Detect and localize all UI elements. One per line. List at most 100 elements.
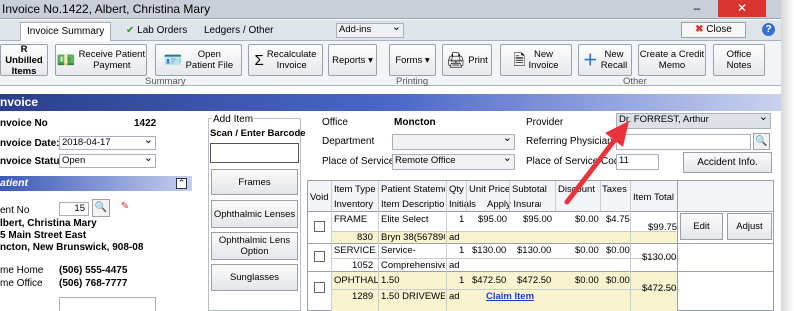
receive-payment-button[interactable]: 💵 Receive Patient Payment [55, 44, 147, 76]
money-icon: 💵 [56, 51, 76, 69]
scan-barcode-label: Scan / Enter Barcode [210, 128, 306, 139]
void-checkbox[interactable] [314, 221, 325, 232]
row-unit-price: $130.00 [472, 245, 507, 256]
row-total: $99.75 [648, 222, 678, 233]
minimize-button[interactable]: – [677, 0, 717, 17]
reports-label: Reports [332, 54, 366, 66]
open-patient-file-button[interactable]: 🪪 Open Patient File [155, 44, 242, 76]
forms-label: Forms [395, 54, 423, 66]
void-checkbox[interactable] [314, 251, 325, 262]
row-description: Comprehensive E [381, 260, 445, 271]
invoice-no-label: nvoice No [0, 118, 48, 129]
unbilled-items-button[interactable]: R Unbilled Items [0, 44, 48, 77]
sunglasses-button[interactable]: Sunglasses [211, 264, 298, 291]
row-initials: ad [449, 260, 460, 271]
invoice-icon: 🗎 [513, 51, 526, 69]
department-dropdown[interactable] [392, 132, 515, 150]
print-label: Print [468, 54, 488, 66]
add-item-legend: Add Item [212, 114, 255, 125]
ophthalmic-lenses-button[interactable]: Ophthalmic Lenses [211, 200, 298, 228]
patient-extra-field[interactable] [59, 297, 156, 311]
row-inventory: 830 [357, 232, 373, 243]
edit-button[interactable]: Edit [680, 213, 723, 240]
office-value: Moncton [394, 117, 436, 128]
collapse-icon[interactable]: ⌃ [176, 178, 187, 189]
tab-lab-orders-label: Lab Orders [137, 25, 188, 36]
grid-line [331, 181, 332, 311]
frames-button[interactable]: Frames [211, 169, 298, 195]
row-subtotal: $472.50 [517, 275, 552, 286]
row-total: $130.00 [642, 252, 677, 263]
place-of-service-dropdown[interactable]: Remote Office [392, 152, 515, 170]
forms-button[interactable]: Forms ▾ [389, 44, 436, 76]
patient-no-field[interactable]: 15 [59, 202, 89, 216]
dropdown-icon: ▾ [368, 54, 373, 66]
row-inventory: 1052 [352, 260, 374, 271]
patient-no-label: ent No [0, 205, 30, 216]
col-subtotal: Subtotal [512, 184, 547, 195]
new-recall-button[interactable]: ＋ New Recall [578, 44, 632, 76]
referring-physician-field[interactable] [616, 134, 751, 150]
row-taxes: $0.00 [606, 245, 630, 256]
row-inventory: 1289 [352, 291, 374, 302]
claim-item-link[interactable]: Claim Item [486, 291, 534, 302]
col-inventory: Inventory N [334, 199, 376, 210]
close-button-label: Close [706, 24, 732, 35]
row-initials: ad [449, 291, 460, 302]
provider-dropdown[interactable]: Dr. FORREST, Arthur [616, 111, 771, 129]
home-phone: (506) 555-4475 [59, 265, 128, 276]
invoice-status-dropdown[interactable]: Open [59, 152, 156, 168]
search-icon[interactable]: 🔍 [753, 133, 770, 150]
col-unit-price: Unit Price [469, 184, 511, 195]
window-shadow [781, 0, 794, 311]
dropdown-icon: ▾ [424, 54, 430, 66]
invoice-no: 1422 [134, 118, 157, 129]
col-apply-insurance: Apply Insurar [487, 199, 541, 210]
barcode-input[interactable] [210, 143, 299, 163]
grid-line [446, 181, 447, 311]
void-checkbox[interactable] [314, 282, 325, 293]
receive-label: Receive Patient Payment [78, 49, 146, 71]
accident-info-button[interactable]: Accident Info. [683, 152, 772, 173]
tab-ledgers-other[interactable]: Ledgers / Other [198, 22, 279, 41]
annotation-arrow [564, 121, 629, 205]
col-item-total: Item Total [633, 192, 675, 203]
department-label: Department [322, 136, 375, 147]
office-notes-button[interactable]: Office Notes [713, 44, 765, 76]
row-item-type: FRAME [334, 214, 368, 225]
address-line1: 5 Main Street East [0, 230, 87, 241]
col-void: Void [310, 192, 329, 203]
reports-button[interactable]: Reports ▾ [328, 44, 377, 76]
recalc-label: Recalculate Invoice [266, 49, 317, 71]
group-summary: Summary [145, 76, 186, 87]
window-title: Invoice No.1422, Albert, Christina Mary [2, 2, 211, 16]
grid-line [378, 181, 379, 311]
open-file-label: Open Patient File [185, 49, 234, 71]
clear-icon[interactable]: ✎ [116, 199, 134, 217]
help-icon[interactable]: ? [762, 23, 775, 36]
tab-invoice-summary[interactable]: Invoice Summary [20, 22, 112, 41]
row-subtotal: $130.00 [517, 245, 552, 256]
office-label: me Office [0, 278, 43, 289]
tab-lab-orders[interactable]: ✔ Lab Orders [120, 22, 193, 41]
patient-name: lbert, Christina Mary [0, 218, 97, 229]
invoice-date-field[interactable]: 2018-04-17 [59, 134, 156, 150]
row-qty: 1 [459, 245, 465, 256]
place-of-service-value: Remote Office [395, 155, 456, 166]
row-item-type: OPHTHALM [334, 275, 378, 286]
new-invoice-button[interactable]: 🗎 New Invoice [500, 44, 572, 76]
close-button[interactable]: ✖ Close [681, 22, 746, 38]
row-statement: Service- [381, 245, 416, 256]
addins-dropdown[interactable]: Add-ins [336, 21, 404, 38]
adjust-button[interactable]: Adjust [727, 213, 772, 240]
row-qty: 1 [459, 214, 465, 225]
col-item-type: Item Type [334, 184, 376, 195]
lens-option-button[interactable]: Ophthalmic Lens Option [211, 232, 298, 260]
address-line2: ncton, New Brunswick, 908-08 [0, 242, 144, 253]
print-button[interactable]: 🖨 Print [442, 44, 492, 76]
recalculate-button[interactable]: Σ Recalculate Invoice [248, 44, 323, 76]
close-window-button[interactable]: ✕ [718, 0, 766, 17]
patient-header: atient [0, 176, 192, 191]
credit-memo-button[interactable]: Create a Credit Memo [638, 44, 706, 76]
search-patient-icon[interactable]: 🔍 [92, 199, 110, 217]
